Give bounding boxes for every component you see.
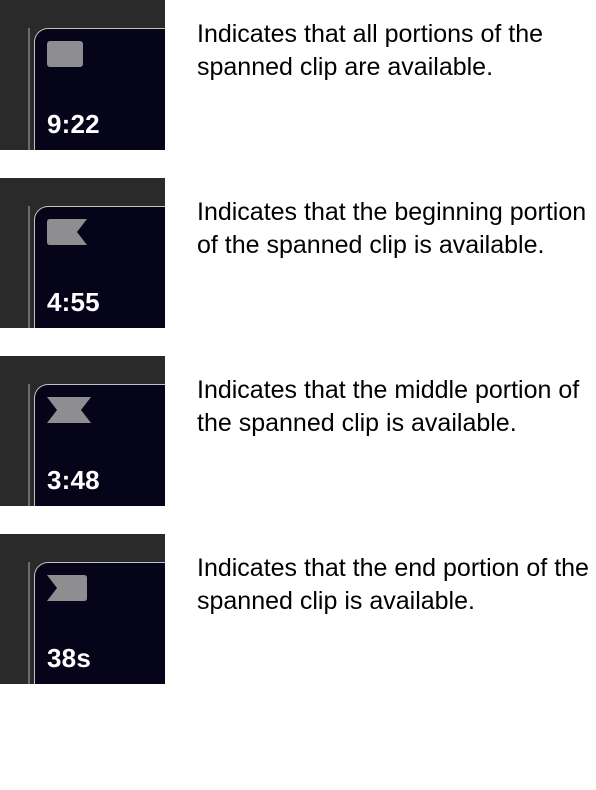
clip-duration: 3:48 (47, 465, 100, 496)
clip-panel: 3:48 (34, 384, 165, 506)
clip-panel: 9:22 (34, 28, 165, 150)
legend-row: 38s Indicates that the end portion of th… (0, 534, 596, 684)
legend-description: Indicates that the end portion of the sp… (165, 534, 596, 618)
legend-row: 9:22 Indicates that all portions of the … (0, 0, 596, 150)
timeline-divider (28, 206, 30, 328)
indicator-legend: 9:22 Indicates that all portions of the … (0, 0, 596, 684)
clip-duration: 9:22 (47, 109, 100, 140)
clip-panel: 38s (34, 562, 165, 684)
span-all-icon (47, 41, 83, 67)
span-end-icon (47, 575, 87, 601)
span-begin-icon (47, 219, 87, 245)
clip-panel: 4:55 (34, 206, 165, 328)
legend-description: Indicates that the middle portion of the… (165, 356, 596, 440)
legend-row: 3:48 Indicates that the middle portion o… (0, 356, 596, 506)
timeline-divider (28, 562, 30, 684)
clip-thumbnail: 4:55 (0, 178, 165, 328)
timeline-divider (28, 28, 30, 150)
clip-duration: 38s (47, 643, 91, 674)
clip-thumbnail: 3:48 (0, 356, 165, 506)
clip-thumbnail: 38s (0, 534, 165, 684)
clip-thumbnail: 9:22 (0, 0, 165, 150)
timeline-divider (28, 384, 30, 506)
span-middle-icon (47, 397, 91, 423)
legend-description: Indicates that the beginning portion of … (165, 178, 596, 262)
legend-row: 4:55 Indicates that the beginning portio… (0, 178, 596, 328)
clip-duration: 4:55 (47, 287, 100, 318)
legend-description: Indicates that all portions of the spann… (165, 0, 596, 84)
